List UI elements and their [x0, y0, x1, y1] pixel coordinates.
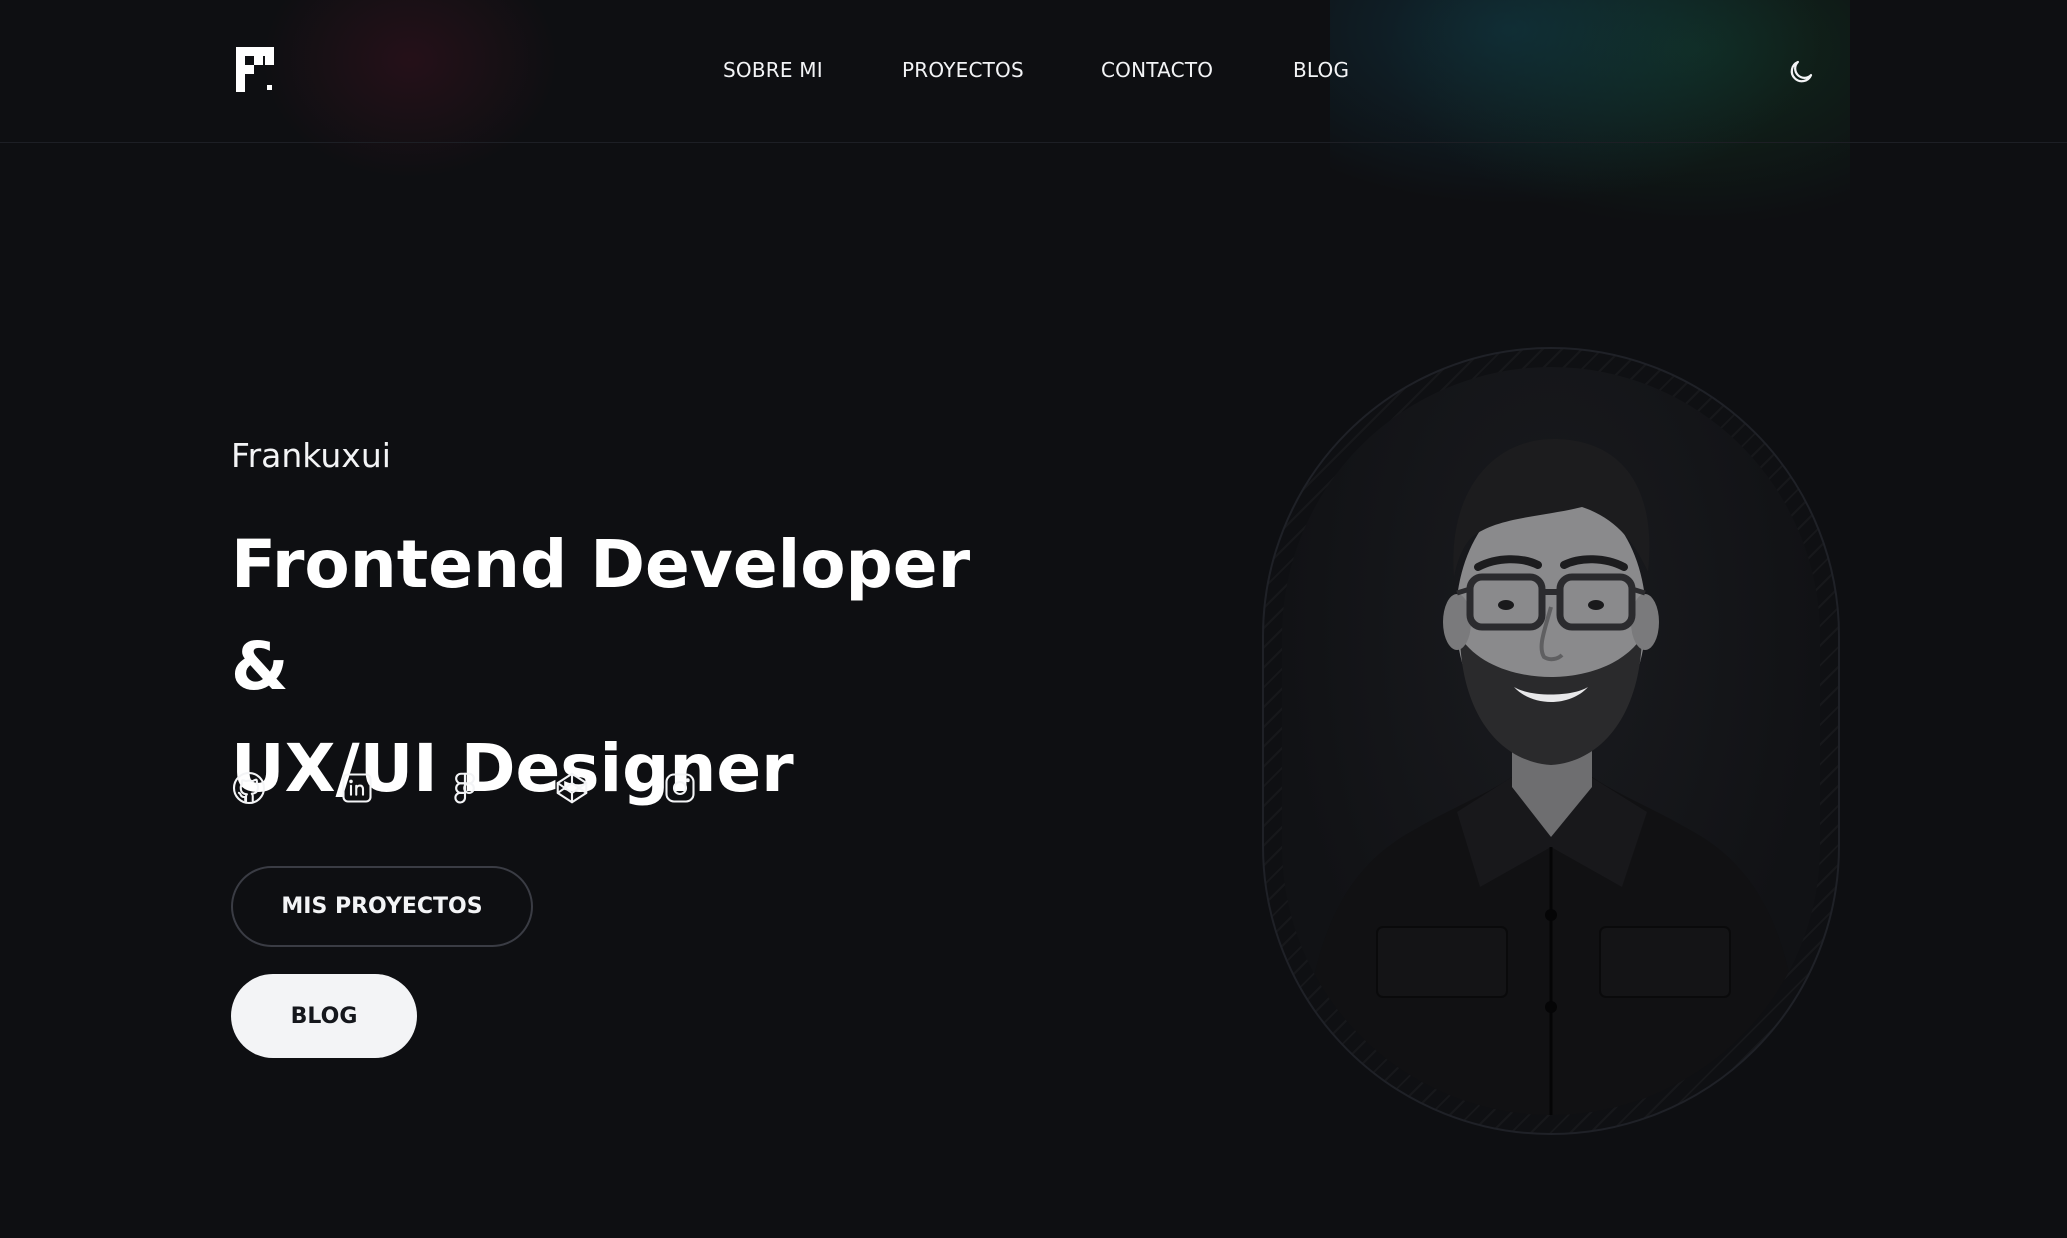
figma-icon[interactable]: [447, 770, 483, 806]
hero-title-line1: Frontend Developer &: [231, 526, 971, 705]
nav-item-blog[interactable]: BLOG: [1293, 58, 1349, 82]
moon-icon[interactable]: [1786, 57, 1816, 87]
instagram-icon[interactable]: [662, 770, 698, 806]
linkedin-icon[interactable]: [339, 770, 375, 806]
hero-title-line2: UX/UI Designer: [231, 730, 794, 807]
codepen-icon[interactable]: [554, 770, 590, 806]
logo-icon[interactable]: [236, 47, 276, 97]
hero-eyebrow: Frankuxui: [231, 436, 391, 475]
blog-button[interactable]: BLOG: [231, 974, 417, 1058]
site-header: SOBRE MI PROYECTOS CONTACTO BLOG: [0, 0, 2067, 143]
nav-item-contacto[interactable]: CONTACTO: [1101, 58, 1213, 82]
nav-item-sobre-mi[interactable]: SOBRE MI: [723, 58, 823, 82]
portrait-frame: [1262, 347, 1840, 1135]
nav-item-proyectos[interactable]: PROYECTOS: [902, 58, 1024, 82]
github-icon[interactable]: [231, 770, 267, 806]
portfolio-page: SOBRE MI PROYECTOS CONTACTO BLOG Frankux…: [0, 0, 2067, 1238]
profile-photo: [1282, 367, 1820, 1115]
mis-proyectos-button[interactable]: MIS PROYECTOS: [231, 866, 533, 947]
